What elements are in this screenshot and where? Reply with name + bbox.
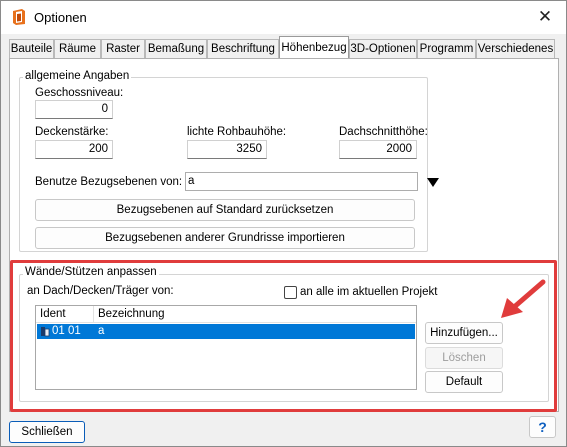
reset-bezugsebenen-button[interactable]: Bezugsebenen auf Standard zurücksetzen [35,199,415,221]
tab-3d-optionen[interactable]: 3D-Optionen [349,39,417,59]
import-bezugsebenen-button[interactable]: Bezugsebenen anderer Grundrisse importie… [35,227,415,249]
rohbauhoehe-label: lichte Rohbauhöhe: [187,126,287,138]
bezugsebenen-combo[interactable]: a [185,172,418,191]
app-icon [13,9,25,25]
tab-programm[interactable]: Programm [417,39,476,59]
window-title: Optionen [34,10,87,25]
dachschnitthoehe-label: Dachschnitthöhe: [339,126,428,138]
deckenstaerke-label: Deckenstärke: [35,126,109,138]
red-arrow-annotation [501,279,546,318]
tab-verschiedenes[interactable]: Verschiedenes [476,39,555,59]
rohbauhoehe-field[interactable]: 3250 [187,140,267,159]
tab-bauteile[interactable]: Bauteile [9,39,54,59]
general-group-label: allgemeine Angaben [23,70,132,82]
bezugsebenen-label: Benutze Bezugsebenen von: [35,176,183,188]
close-icon[interactable]: ✕ [534,6,556,28]
tab-bemassung[interactable]: Bemaßung [145,39,207,59]
deckenstaerke-field[interactable]: 200 [35,140,113,159]
tab-hoehenbezug[interactable]: Höhenbezug [279,36,349,60]
tab-beschriftung[interactable]: Beschriftung [207,39,279,59]
tab-raster[interactable]: Raster [101,39,145,59]
tab-bar: Bauteile Räume Raster Bemaßung Beschrift… [9,36,559,60]
help-icon[interactable]: ? [529,416,556,438]
highlight-annotation-box [10,260,557,412]
geschossniveau-label: Geschossniveau: [35,87,124,99]
geschossniveau-field[interactable]: 0 [35,100,113,119]
dachschnitthoehe-field[interactable]: 2000 [339,140,417,159]
close-button[interactable]: Schließen [9,421,85,443]
options-dialog: Optionen ✕ Bauteile Räume Raster Bemaßun… [0,0,567,447]
triangle-down-icon[interactable] [426,175,440,189]
tab-raeume[interactable]: Räume [54,39,101,59]
title-bar: Optionen ✕ [1,1,566,34]
